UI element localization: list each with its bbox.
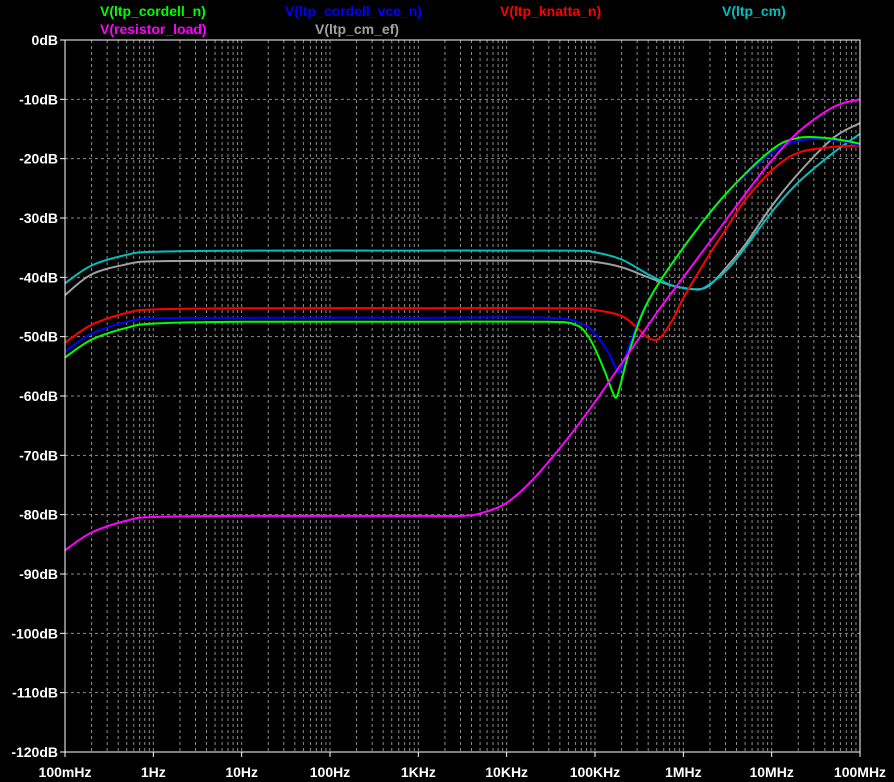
bode-plot: 100mHz 1Hz 10Hz 100Hz 1KHz 10KHz 100KHz 1MHz 10M… xyxy=(0,0,894,782)
y-tick-label: -120dB xyxy=(11,744,58,760)
y-tick-label: -10dB xyxy=(19,91,58,107)
y-tick-label: -100dB xyxy=(11,625,58,641)
x-tick-label: 100Hz xyxy=(310,764,350,780)
legend-item-ltp-cordell-n[interactable]: V(ltp_cordell_n) xyxy=(100,3,206,19)
legend-item-ltp-cm-ef[interactable]: V(ltp_cm_ef) xyxy=(315,21,399,37)
x-tick-label: 10Hz xyxy=(225,764,258,780)
y-tick-label: -20dB xyxy=(19,151,58,167)
x-tick-label: 100MHz xyxy=(834,764,886,780)
x-tick-label: 10MHz xyxy=(749,764,793,780)
y-tick-label: 0dB xyxy=(32,32,58,48)
x-tick-label: 100KHz xyxy=(570,764,621,780)
x-tick-label: 1MHz xyxy=(665,764,702,780)
x-tick-label: 1Hz xyxy=(141,764,166,780)
y-tick-label: -110dB xyxy=(12,685,58,701)
y-tick-label: -60dB xyxy=(19,388,58,404)
x-tick-label: 10KHz xyxy=(485,764,528,780)
legend-item-resistor-load[interactable]: V(resistor_load) xyxy=(100,21,207,37)
x-tick-label: 100mHz xyxy=(39,764,92,780)
y-tick-label: -70dB xyxy=(19,447,58,463)
y-tick-label: -80dB xyxy=(19,507,58,523)
legend-item-ltp-cm[interactable]: V(ltp_cm) xyxy=(722,3,786,19)
y-tick-label: -30dB xyxy=(19,210,58,226)
y-tick-label: -90dB xyxy=(19,566,58,582)
x-tick-label: 1KHz xyxy=(401,764,436,780)
legend-item-ltp-knatta-n[interactable]: V(ltp_knatta_n) xyxy=(500,3,601,19)
y-tick-label: -40dB xyxy=(19,269,58,285)
y-tick-label: -50dB xyxy=(19,329,58,345)
legend-item-ltp-cordell-vce-n[interactable]: V(ltp_cordell_vce_n) xyxy=(285,3,422,19)
